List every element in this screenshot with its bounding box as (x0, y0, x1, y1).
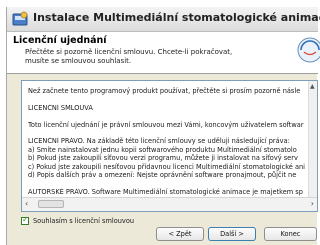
checkmark-icon: ✓ (22, 215, 29, 224)
next-button[interactable]: Další > (208, 227, 256, 241)
back-button[interactable]: < Zpět (156, 227, 204, 241)
license-line: a) Smíte nainstalovat jednu kopii softwa… (28, 145, 297, 154)
page-subtitle: Přečtěte si pozorně licenční smlouvu. Ch… (25, 48, 295, 66)
license-line: d) Popis dalších práv a omezení: Nejste … (28, 171, 297, 180)
license-line: LICENČNÍ PRÁVO. Na základě této licenční… (28, 137, 290, 146)
license-line: AUTORSKÉ PRÁVO. Software Multimediální s… (28, 187, 303, 196)
license-line: c) Pokud jste zakoupili nesíťovou přídav… (28, 162, 306, 171)
horizontal-scrollbar[interactable]: ‹ › (22, 197, 317, 211)
license-line: b) Pokud jste zakoupili síťovou verzi pr… (28, 154, 298, 163)
license-line: Než začnete tento programový produkt pou… (28, 87, 301, 95)
license-text-box[interactable]: Než začnete tento programový produkt pou… (21, 80, 318, 212)
agreement-label[interactable]: Souhlasím s licenční smlouvou (33, 217, 134, 225)
subtitle-line: Přečtěte si pozorně licenční smlouvu. Ch… (25, 48, 233, 56)
cancel-button[interactable]: Konec (264, 227, 317, 241)
license-text: Než začnete tento programový produkt pou… (28, 87, 317, 196)
scroll-up-arrow-icon[interactable]: ▲ (310, 83, 315, 90)
scroll-left-arrow-icon[interactable]: ‹ (25, 199, 28, 208)
window-title: Instalace Multimediální stomatologické a… (33, 11, 320, 24)
installer-icon (12, 11, 28, 26)
installer-window: Instalace Multimediální stomatologické a… (6, 7, 320, 245)
scroll-right-arrow-icon[interactable]: › (311, 199, 314, 208)
dental-animation-logo (297, 37, 320, 63)
page-header: Licenční ujednání Přečtěte si pozorně li… (7, 32, 320, 74)
page-title: Licenční ujednání (13, 35, 107, 46)
agreement-checkbox[interactable]: ✓ (21, 215, 29, 225)
scrollbar-thumb[interactable] (38, 200, 64, 208)
title-bar[interactable]: Instalace Multimediální stomatologické a… (7, 7, 320, 32)
subtitle-line: musíte se smlouvou souhlasit. (25, 57, 132, 65)
license-line: LICENČNÍ SMLOUVA (28, 103, 93, 112)
license-line: Toto licenční ujednání je právní smlouvo… (28, 120, 304, 129)
vertical-scrollbar[interactable]: ▲ (308, 81, 317, 197)
